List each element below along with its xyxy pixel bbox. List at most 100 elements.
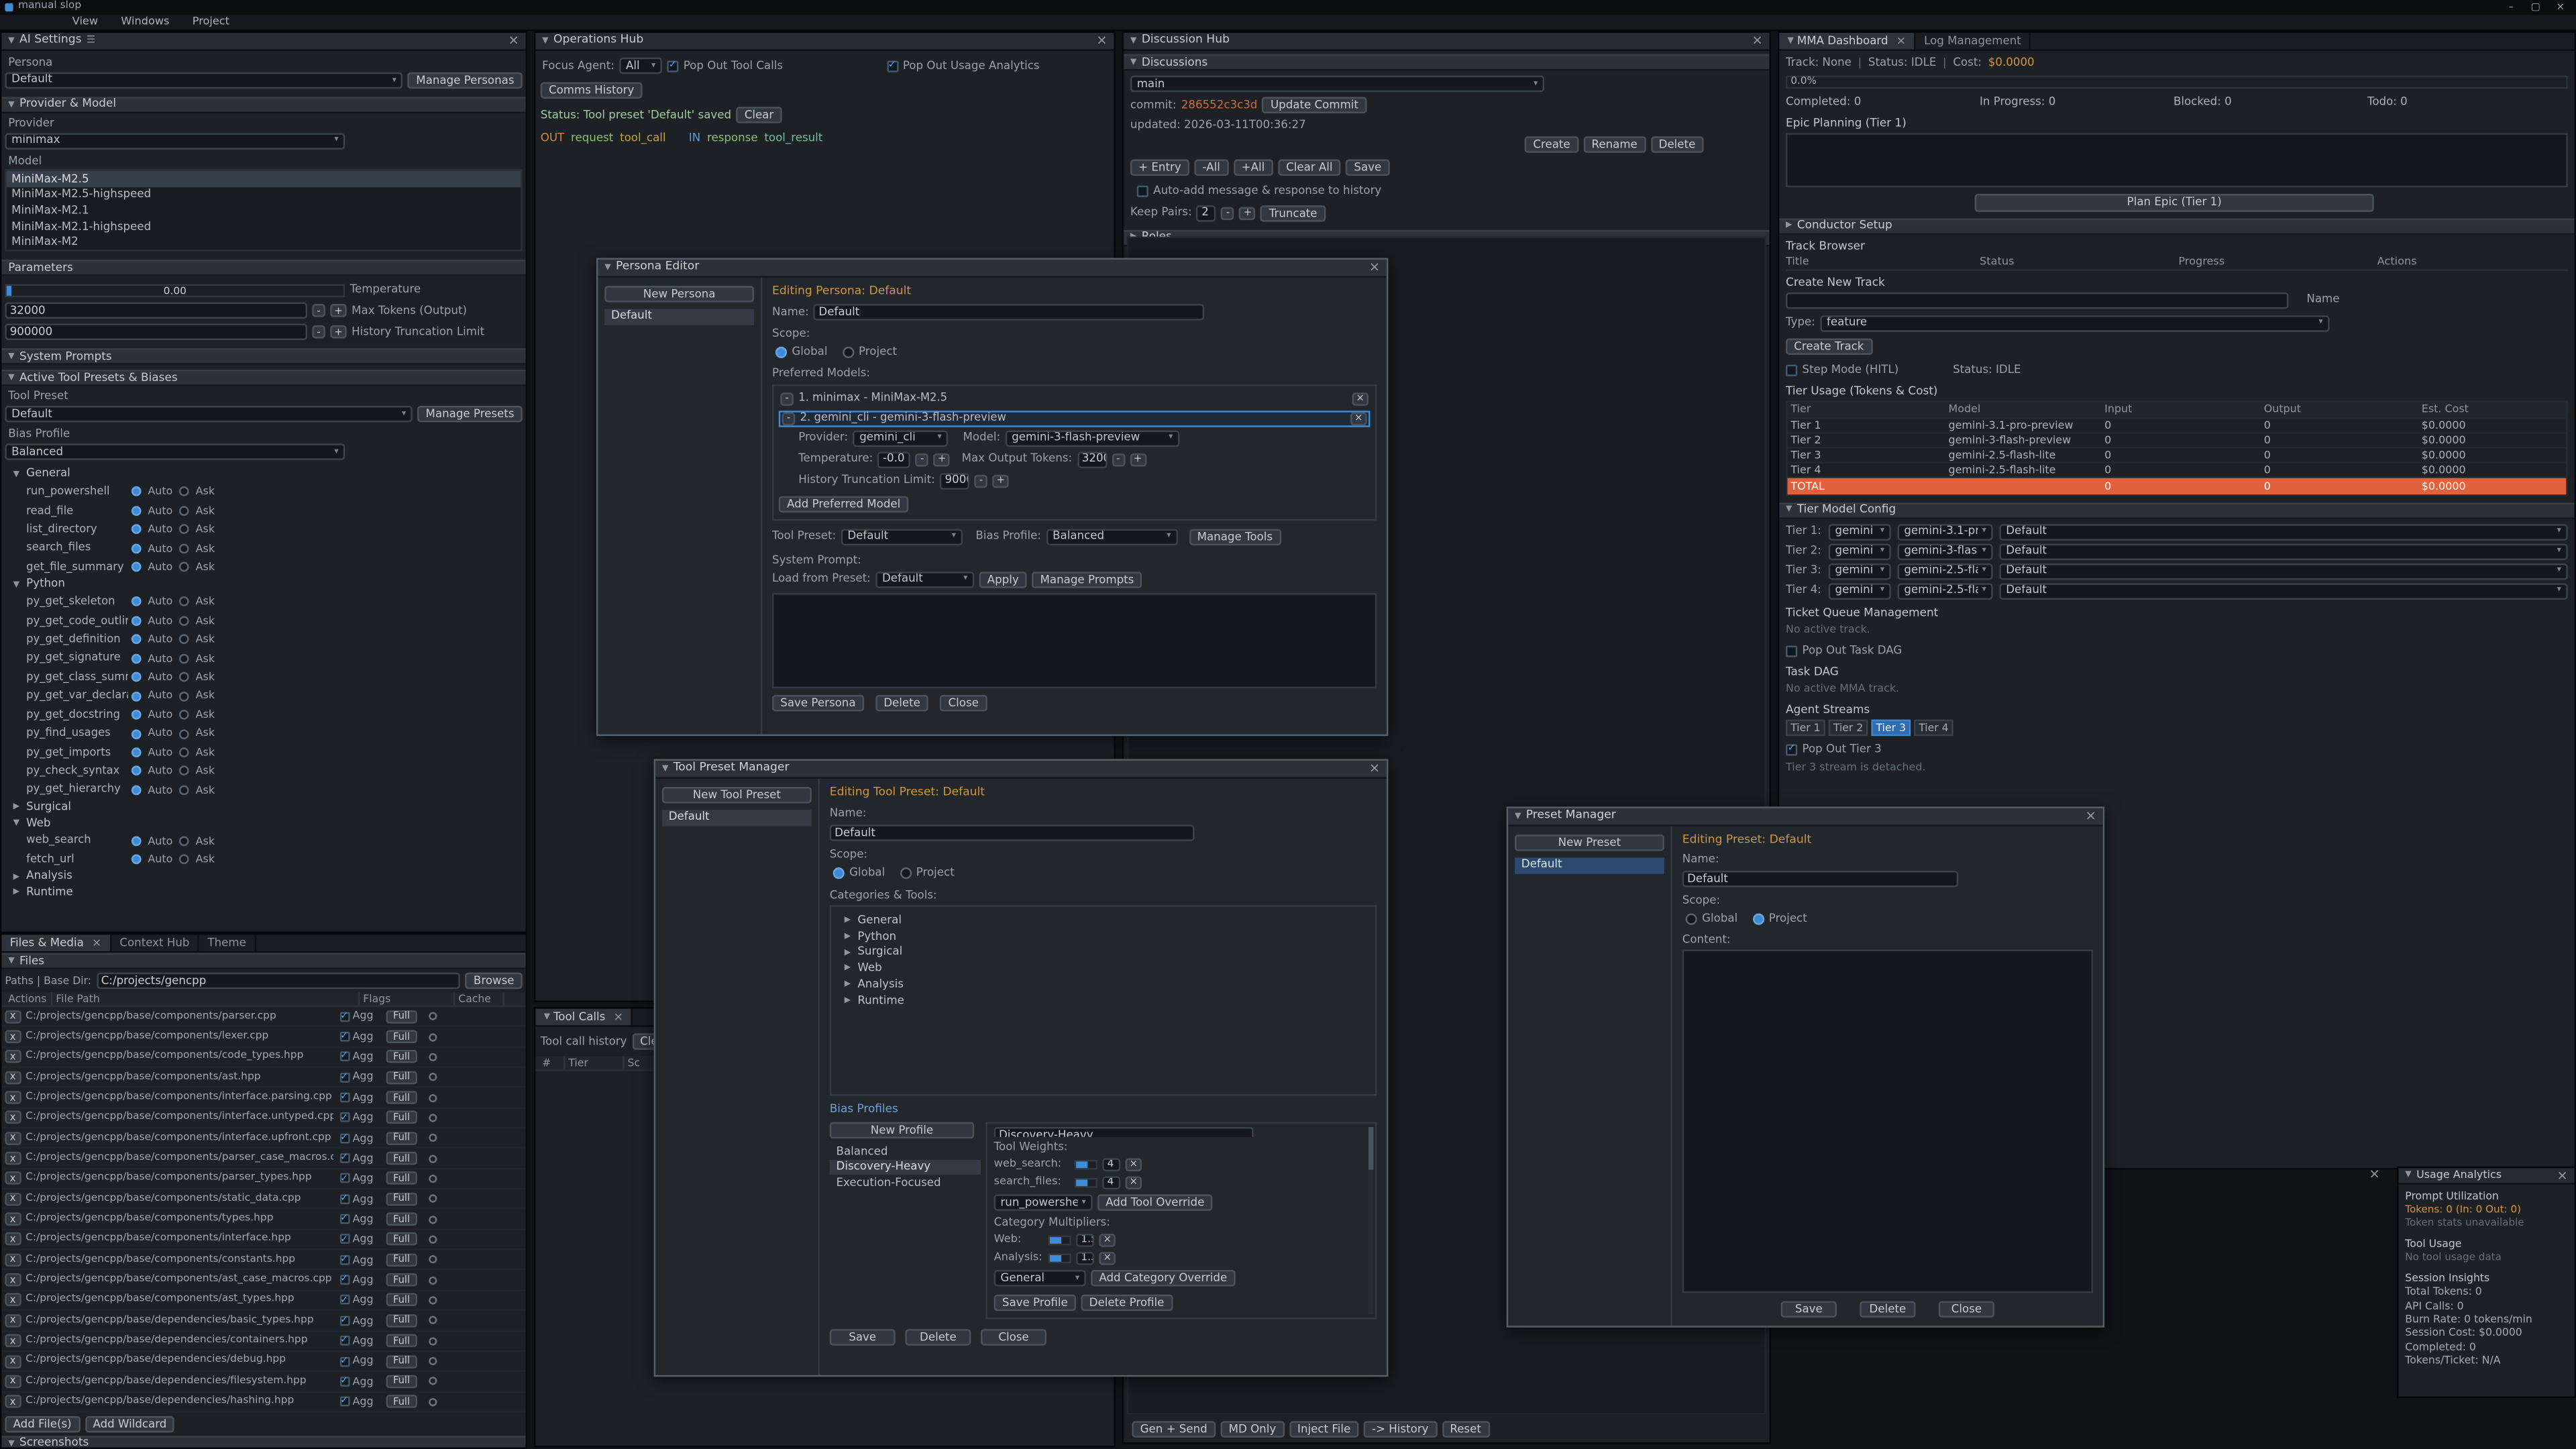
footer-button[interactable]: -> History xyxy=(1364,1421,1437,1437)
auto-radio[interactable] xyxy=(131,672,142,682)
agg-checkbox[interactable]: ✓ xyxy=(339,1012,350,1022)
full-button[interactable]: Full xyxy=(386,1375,417,1388)
collapse-icon[interactable]: ▼ xyxy=(542,36,548,46)
ask-radio[interactable] xyxy=(179,785,189,795)
close-button[interactable]: Close xyxy=(981,1329,1046,1345)
expand-icon[interactable]: ▼ xyxy=(8,352,14,362)
category-runtime[interactable]: ▶Runtime xyxy=(837,993,1371,1009)
delete-button[interactable]: Delete xyxy=(1860,1301,1915,1318)
save-profile-button[interactable]: Save Profile xyxy=(994,1295,1076,1311)
manage-personas-button[interactable]: Manage Personas xyxy=(408,72,523,88)
tier-model-select[interactable]: gemini-2.5-flash-lite▾ xyxy=(1898,563,1993,579)
delete-profile-button[interactable]: Delete Profile xyxy=(1081,1295,1172,1311)
remove-file-button[interactable]: x xyxy=(5,1172,20,1185)
scrollbar-thumb[interactable] xyxy=(1368,1128,1373,1171)
auto-radio[interactable] xyxy=(131,525,142,535)
temperature-slider[interactable]: 0.00 xyxy=(5,284,345,297)
hamburger-icon[interactable]: ☰ xyxy=(87,35,95,48)
full-button[interactable]: Full xyxy=(386,1192,417,1205)
pop-out-task-dag-checkbox[interactable]: ✓ xyxy=(1786,645,1797,657)
ai-settings-header[interactable]: ▼ AI Settings ☰ × xyxy=(1,33,525,51)
usage-analytics-header[interactable]: ▼ Usage Analytics × xyxy=(2399,1168,2575,1184)
browse-button[interactable]: Browse xyxy=(466,973,523,989)
ask-radio[interactable] xyxy=(179,672,189,682)
full-button[interactable]: Full xyxy=(386,1253,417,1267)
tool-group-general[interactable]: ▼General xyxy=(5,466,522,482)
close-icon[interactable]: × xyxy=(92,937,101,949)
agg-checkbox[interactable]: ✓ xyxy=(339,1093,350,1103)
remove-override-button[interactable]: × xyxy=(1099,1251,1116,1265)
remove-file-button[interactable]: x xyxy=(5,1071,20,1084)
ask-radio[interactable] xyxy=(179,691,189,701)
remove-file-button[interactable]: x xyxy=(5,1213,20,1226)
ask-radio[interactable] xyxy=(179,616,189,626)
add-category-override-button[interactable]: Add Category Override xyxy=(1091,1270,1235,1286)
preferred-model-row[interactable]: -2. gemini_cli - gemini-3-flash-preview× xyxy=(779,410,1371,426)
base-dir-input[interactable]: C:/projects/gencpp xyxy=(96,973,460,989)
tool-preset-name-input[interactable]: Default xyxy=(830,824,1195,841)
create-discussion-button[interactable]: Create xyxy=(1525,136,1578,152)
tool-group-runtime[interactable]: ▶Runtime xyxy=(5,885,522,902)
create-track-button[interactable]: Create Track xyxy=(1786,337,1872,354)
close-icon[interactable]: × xyxy=(1369,762,1380,775)
manage-prompts-button[interactable]: Manage Prompts xyxy=(1032,571,1142,587)
expand-icon[interactable]: ▼ xyxy=(1786,505,1792,516)
category-general[interactable]: ▶General xyxy=(837,912,1371,928)
comms-history-button[interactable]: Comms History xyxy=(541,82,643,98)
auto-radio[interactable] xyxy=(131,747,142,757)
collapse-icon[interactable]: ▼ xyxy=(2405,1170,2411,1181)
collapse-icon[interactable]: ▼ xyxy=(1787,36,1793,46)
tier-provider-select[interactable]: gemini▾ xyxy=(1829,523,1891,539)
reorder-button[interactable]: - xyxy=(782,412,796,425)
truncate-button[interactable]: Truncate xyxy=(1261,205,1326,221)
decrement-button[interactable]: - xyxy=(916,453,929,466)
remove-file-button[interactable]: x xyxy=(5,1132,20,1145)
expand-icon[interactable]: ▼ xyxy=(8,373,14,384)
close-icon[interactable]: × xyxy=(2557,1169,2567,1182)
add-tool-override-button[interactable]: Add Tool Override xyxy=(1097,1195,1213,1211)
full-button[interactable]: Full xyxy=(386,1334,417,1348)
auto-radio[interactable] xyxy=(131,635,142,645)
active-tools-section[interactable]: ▼Active Tool Presets & Biases xyxy=(1,370,525,386)
remove-file-button[interactable]: x xyxy=(5,1253,20,1267)
tab-log-management[interactable]: Log Management xyxy=(1916,33,2031,49)
rename-discussion-button[interactable]: Rename xyxy=(1583,136,1646,152)
auto-radio[interactable] xyxy=(131,729,142,739)
agg-checkbox[interactable]: ✓ xyxy=(339,1133,350,1143)
keep-pairs-input[interactable]: 2 xyxy=(1197,205,1216,221)
category-analysis[interactable]: ▶Analysis xyxy=(837,977,1371,993)
bias-profile-item[interactable]: Balanced xyxy=(830,1144,981,1160)
remove-file-button[interactable]: x xyxy=(5,1111,20,1124)
category-web[interactable]: ▶Web xyxy=(837,961,1371,977)
ask-radio[interactable] xyxy=(179,766,189,776)
remove-override-button[interactable]: × xyxy=(1126,1176,1142,1189)
dialog-titlebar[interactable]: ▼ Persona Editor × xyxy=(598,260,1387,278)
pop-out-tool-calls-checkbox[interactable]: ✓ xyxy=(667,60,678,71)
increment-button[interactable]: + xyxy=(1130,453,1146,466)
collapse-icon[interactable]: ▼ xyxy=(544,1012,550,1022)
epic-planning-textarea[interactable] xyxy=(1786,132,2568,186)
maximize-button[interactable]: ▢ xyxy=(2524,0,2548,15)
tab-context-hub[interactable]: Context Hub xyxy=(111,934,199,951)
ask-radio[interactable] xyxy=(179,747,189,757)
screenshots-section[interactable]: ▼Screenshots xyxy=(1,1436,525,1449)
load-preset-select[interactable]: Default▾ xyxy=(875,571,974,587)
ask-radio[interactable] xyxy=(179,855,189,865)
agg-checkbox[interactable]: ✓ xyxy=(339,1356,350,1366)
plan-epic-button[interactable]: Plan Epic (Tier 1) xyxy=(1975,193,2374,211)
delete-button[interactable]: Delete xyxy=(905,1329,971,1345)
auto-radio[interactable] xyxy=(131,710,142,720)
pe-bias-profile-select[interactable]: Balanced▾ xyxy=(1046,529,1177,545)
remove-override-button[interactable]: × xyxy=(1099,1233,1116,1246)
agg-checkbox[interactable]: ✓ xyxy=(339,1214,350,1224)
footer-button[interactable]: Reset xyxy=(1442,1421,1489,1437)
remove-model-button[interactable]: × xyxy=(1350,412,1367,425)
tool-group-web[interactable]: ▼Web xyxy=(5,815,522,831)
close-icon[interactable]: × xyxy=(1369,261,1380,274)
collapse-icon[interactable]: ▼ xyxy=(1515,811,1521,822)
discussions-section[interactable]: ▼Discussions xyxy=(1124,54,1769,70)
close-icon[interactable]: × xyxy=(508,34,519,48)
reorder-button[interactable]: - xyxy=(780,392,794,405)
minimize-button[interactable]: – xyxy=(2499,0,2524,15)
full-button[interactable]: Full xyxy=(386,1273,417,1287)
